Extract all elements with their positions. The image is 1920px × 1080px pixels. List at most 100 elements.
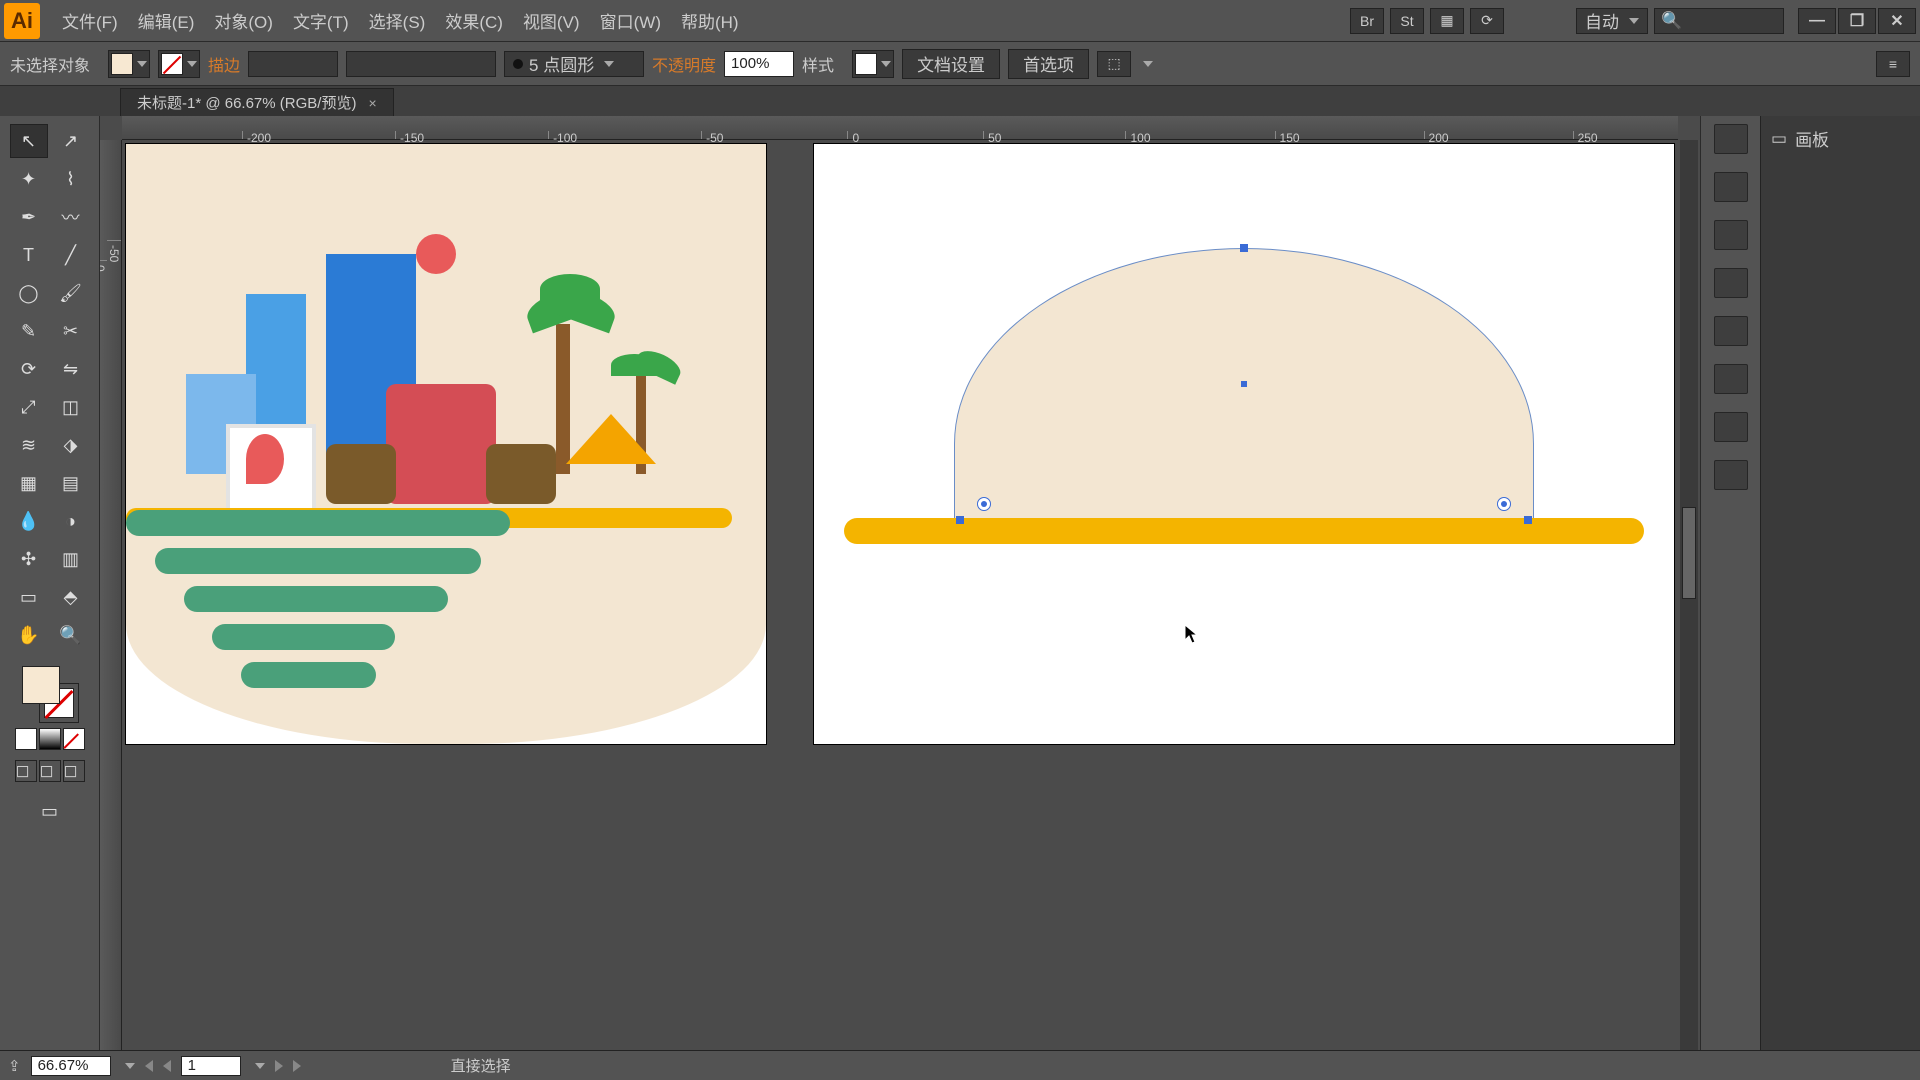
stroke-profile[interactable]: 5 点圆形 bbox=[504, 51, 644, 77]
menu-object[interactable]: 对象(O) bbox=[204, 2, 283, 39]
horizontal-ruler[interactable]: -200 -150 -100 -50 0 50 100 150 200 250 bbox=[122, 116, 1678, 140]
live-corner-left-icon[interactable] bbox=[977, 497, 991, 511]
anchor-top[interactable] bbox=[1240, 244, 1248, 252]
prev-artboard-icon[interactable] bbox=[163, 1060, 171, 1072]
window-minimize[interactable]: — bbox=[1798, 8, 1836, 34]
zoom-level[interactable]: 66.67% bbox=[31, 1056, 111, 1076]
color-panel-icon[interactable] bbox=[1714, 124, 1748, 154]
eyedropper-tool-icon[interactable]: 💧 bbox=[10, 504, 48, 538]
symbol-sprayer-tool-icon[interactable]: ✣ bbox=[10, 542, 48, 576]
export-icon[interactable]: ⇪ bbox=[8, 1057, 21, 1075]
screen-mode-icon[interactable]: ▭ bbox=[31, 794, 69, 828]
scissors-tool-icon[interactable]: ✂ bbox=[52, 314, 90, 348]
next-artboard-icon[interactable] bbox=[275, 1060, 283, 1072]
blend-tool-icon[interactable]: ◑ bbox=[52, 504, 90, 538]
fill-swatch[interactable] bbox=[108, 50, 150, 78]
shape-builder-tool-icon[interactable]: ⬗ bbox=[52, 428, 90, 462]
menu-edit[interactable]: 编辑(E) bbox=[128, 2, 205, 39]
gradient-mode-icon[interactable] bbox=[39, 728, 61, 750]
draw-behind-icon[interactable]: ◻ bbox=[39, 760, 61, 782]
vertical-ruler[interactable]: -50 0 50 100 bbox=[100, 140, 122, 1058]
ruler-tick: 0 bbox=[100, 260, 107, 1058]
anchor-right[interactable] bbox=[1524, 516, 1532, 524]
slice-tool-icon[interactable]: ⬘ bbox=[52, 580, 90, 614]
rotate-tool-icon[interactable]: ⟳ bbox=[10, 352, 48, 386]
type-tool-icon[interactable]: T bbox=[10, 238, 48, 272]
gradient-panel-icon[interactable] bbox=[1714, 412, 1748, 442]
draw-normal-icon[interactable]: ◻ bbox=[15, 760, 37, 782]
lasso-tool-icon[interactable]: ⌇ bbox=[52, 162, 90, 196]
scale-tool-icon[interactable]: ⤢ bbox=[10, 390, 48, 424]
reflect-tool-icon[interactable]: ⇋ bbox=[52, 352, 90, 386]
paintbrush-tool-icon[interactable]: 🖌 bbox=[52, 276, 90, 310]
line-tool-icon[interactable]: ╱ bbox=[52, 238, 90, 272]
graphic-style[interactable] bbox=[852, 50, 894, 78]
preferences-button[interactable]: 首选项 bbox=[1008, 49, 1089, 79]
ellipse-tool-icon[interactable]: ◯ bbox=[10, 276, 48, 310]
brush-combo[interactable] bbox=[346, 51, 496, 77]
doc-setup-button[interactable]: 文档设置 bbox=[902, 49, 1000, 79]
stroke-weight[interactable] bbox=[248, 51, 338, 77]
menu-window[interactable]: 窗口(W) bbox=[590, 2, 671, 39]
current-tool-hint: 直接选择 bbox=[451, 1055, 511, 1076]
selection-tool-icon[interactable]: ↖ bbox=[10, 124, 48, 158]
menu-effect[interactable]: 效果(C) bbox=[435, 2, 513, 39]
direct-selection-tool-icon[interactable]: ↗ bbox=[52, 124, 90, 158]
menu-help[interactable]: 帮助(H) bbox=[671, 2, 749, 39]
zoom-tool-icon[interactable]: 🔍 bbox=[52, 618, 90, 652]
graph-tool-icon[interactable]: ▥ bbox=[52, 542, 90, 576]
opacity-value[interactable]: 100% bbox=[724, 51, 794, 77]
canvas-area[interactable]: -200 -150 -100 -50 0 50 100 150 200 250 … bbox=[100, 116, 1700, 1080]
menu-type[interactable]: 文字(T) bbox=[283, 2, 359, 39]
artboards-panel[interactable]: ▭ 画板 bbox=[1760, 116, 1920, 1080]
stock-button[interactable]: St bbox=[1390, 8, 1424, 34]
reference-illustration bbox=[126, 144, 766, 744]
align-artboard-icon[interactable]: ⬚ bbox=[1097, 51, 1131, 77]
artboard-tool-icon[interactable]: ▭ bbox=[10, 580, 48, 614]
color-mode-icon[interactable] bbox=[15, 728, 37, 750]
free-transform-tool-icon[interactable]: ◫ bbox=[52, 390, 90, 424]
bridge-button[interactable]: Br bbox=[1350, 8, 1384, 34]
fill-stroke-control[interactable] bbox=[22, 666, 78, 722]
magic-wand-tool-icon[interactable]: ✦ bbox=[10, 162, 48, 196]
menu-view[interactable]: 视图(V) bbox=[513, 2, 590, 39]
artboard-2[interactable] bbox=[814, 144, 1674, 744]
menu-file[interactable]: 文件(F) bbox=[52, 2, 128, 39]
window-close[interactable]: ✕ bbox=[1878, 8, 1916, 34]
document-tab[interactable]: 未标题-1* @ 66.67% (RGB/预览) × bbox=[120, 88, 394, 116]
none-mode-icon[interactable] bbox=[63, 728, 85, 750]
sync-settings-icon[interactable]: ⟳ bbox=[1470, 8, 1504, 34]
pencil-tool-icon[interactable]: ✎ bbox=[10, 314, 48, 348]
first-artboard-icon[interactable] bbox=[145, 1060, 153, 1072]
tab-close-icon[interactable]: × bbox=[368, 95, 376, 111]
draw-inside-icon[interactable]: ◻ bbox=[63, 760, 85, 782]
hand-tool-icon[interactable]: ✋ bbox=[10, 618, 48, 652]
brushes-panel-icon[interactable] bbox=[1714, 268, 1748, 298]
artboard-number[interactable]: 1 bbox=[181, 1056, 241, 1076]
mesh-tool-icon[interactable]: ▤ bbox=[52, 466, 90, 500]
pen-tool-icon[interactable]: ✒ bbox=[10, 200, 48, 234]
workspace-label: 自动 bbox=[1585, 8, 1619, 33]
window-maximize[interactable]: ❐ bbox=[1838, 8, 1876, 34]
last-artboard-icon[interactable] bbox=[293, 1060, 301, 1072]
curvature-tool-icon[interactable]: 〰 bbox=[52, 200, 90, 234]
workspace-switcher[interactable]: 自动 bbox=[1576, 8, 1648, 34]
appearance-panel-icon[interactable] bbox=[1714, 460, 1748, 490]
width-tool-icon[interactable]: ≋ bbox=[10, 428, 48, 462]
vertical-scrollbar[interactable] bbox=[1680, 140, 1698, 1058]
arrange-docs-icon[interactable]: ▦ bbox=[1430, 8, 1464, 34]
symbols-panel-icon[interactable] bbox=[1714, 316, 1748, 346]
search-input[interactable]: 🔍 bbox=[1654, 8, 1784, 34]
fill-color-icon[interactable] bbox=[22, 666, 60, 704]
perspective-tool-icon[interactable]: ▦ bbox=[10, 466, 48, 500]
panel-menu-icon[interactable]: ≡ bbox=[1876, 51, 1910, 77]
ai-logo-icon: Ai bbox=[4, 3, 40, 39]
stroke-swatch[interactable] bbox=[158, 50, 200, 78]
color-guide-panel-icon[interactable] bbox=[1714, 172, 1748, 202]
stroke-panel-icon[interactable] bbox=[1714, 364, 1748, 394]
artboard-1[interactable] bbox=[126, 144, 766, 744]
anchor-left[interactable] bbox=[956, 516, 964, 524]
live-corner-right-icon[interactable] bbox=[1497, 497, 1511, 511]
swatches-panel-icon[interactable] bbox=[1714, 220, 1748, 250]
menu-select[interactable]: 选择(S) bbox=[359, 2, 436, 39]
